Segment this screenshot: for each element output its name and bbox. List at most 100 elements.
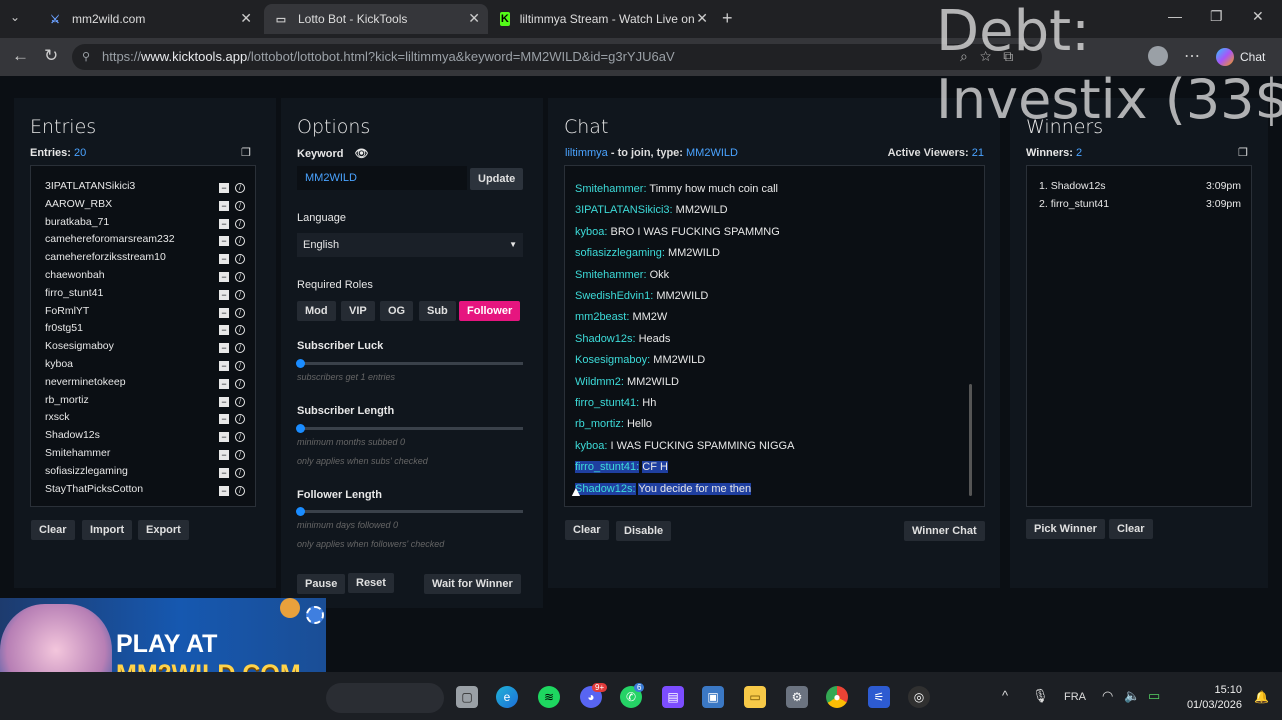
remove-entry-icon[interactable]: − <box>219 183 229 193</box>
remove-entry-icon[interactable]: − <box>219 343 229 354</box>
remove-entry-icon[interactable]: − <box>219 254 229 265</box>
close-icon[interactable]: ✕ <box>696 10 708 27</box>
chat-clear-button[interactable]: Clear <box>565 520 609 540</box>
remove-entry-icon[interactable]: − <box>219 378 229 389</box>
ban-icon[interactable]: / <box>235 467 245 478</box>
ban-icon[interactable]: / <box>235 396 245 407</box>
chat-username[interactable]: rb_mortiz: <box>575 418 624 430</box>
ban-icon[interactable]: / <box>235 432 245 443</box>
chat-username[interactable]: Smitehammer: <box>575 183 647 195</box>
remove-entry-icon[interactable]: − <box>219 325 229 336</box>
remove-entry-icon[interactable]: − <box>219 236 229 247</box>
remove-entry-icon[interactable]: − <box>219 218 229 229</box>
pick-winner-button[interactable]: Pick Winner <box>1026 519 1105 539</box>
winner-chat-button[interactable]: Winner Chat <box>904 521 985 541</box>
url-field[interactable]: ⚲ https://www.kicktools.app/lottobot/lot… <box>72 44 1042 70</box>
chat-username[interactable]: sofiasizzlegaming: <box>575 247 665 259</box>
app-icon[interactable]: ⚟ <box>868 686 890 708</box>
winners-clear-button[interactable]: Clear <box>1109 519 1153 539</box>
battery-icon[interactable]: ▭ <box>1148 688 1160 704</box>
task-view-icon[interactable]: ▢ <box>456 686 478 708</box>
remove-entry-icon[interactable]: − <box>219 467 229 478</box>
ban-icon[interactable]: / <box>235 200 245 211</box>
volume-icon[interactable]: 🔈 <box>1124 688 1140 704</box>
chrome-icon[interactable]: ● <box>826 686 848 708</box>
language-select[interactable]: English ▼ <box>297 233 523 257</box>
edge-icon[interactable]: e <box>496 686 518 708</box>
back-icon[interactable]: ← <box>12 46 29 66</box>
role-vip-button[interactable]: VIP <box>341 301 375 321</box>
role-og-button[interactable]: OG <box>380 301 414 321</box>
chat-username[interactable]: Kosesigmaboy: <box>575 354 650 366</box>
chat-username[interactable]: Shadow12s: <box>575 333 636 345</box>
entries-clear-button[interactable]: Clear <box>31 520 75 540</box>
eye-icon[interactable]: 👁 <box>355 148 369 160</box>
profile-avatar[interactable] <box>1148 46 1168 66</box>
chat-username[interactable]: SwedishEdvin1: <box>575 290 653 302</box>
wifi-icon[interactable]: ◠ <box>1102 688 1113 704</box>
copy-icon[interactable]: ❐ <box>241 146 251 159</box>
copy-icon[interactable]: ❐ <box>1238 146 1248 159</box>
new-tab-icon[interactable]: + <box>722 8 733 29</box>
spotify-icon[interactable]: ≋ <box>538 686 560 708</box>
id-card-icon[interactable]: ▣ <box>702 686 724 708</box>
slider-knob[interactable] <box>296 507 305 516</box>
language-indicator[interactable]: FRA <box>1064 691 1086 703</box>
remove-entry-icon[interactable]: − <box>219 289 229 300</box>
ban-icon[interactable]: / <box>235 254 245 265</box>
reset-button[interactable]: Reset <box>348 573 394 593</box>
slider-knob[interactable] <box>296 424 305 433</box>
settings-icon[interactable]: ⚙ <box>786 686 808 708</box>
ban-icon[interactable]: / <box>235 218 245 229</box>
copilot-chat-button[interactable]: Chat <box>1216 46 1265 68</box>
restore-icon[interactable]: ❐ <box>1210 8 1223 25</box>
ban-icon[interactable]: / <box>235 325 245 336</box>
microphone-icon[interactable]: 🎙 <box>1032 688 1049 704</box>
taskbar-search[interactable] <box>326 683 444 713</box>
chat-username[interactable]: kyboa: <box>575 440 607 452</box>
chat-username[interactable]: firro_stunt41: <box>575 461 640 474</box>
close-icon[interactable]: ✕ <box>240 10 252 27</box>
tab-list-chevron-icon[interactable]: ⌄ <box>10 10 20 24</box>
pause-button[interactable]: Pause <box>297 574 346 594</box>
ban-icon[interactable]: / <box>235 343 245 354</box>
entries-export-button[interactable]: Export <box>138 520 189 540</box>
scrollbar-track[interactable] <box>251 166 255 506</box>
fol-length-slider[interactable] <box>296 507 523 516</box>
remove-entry-icon[interactable]: − <box>219 307 229 318</box>
remove-entry-icon[interactable]: − <box>219 432 229 443</box>
sub-luck-slider[interactable] <box>296 359 523 368</box>
ban-icon[interactable]: / <box>235 485 245 496</box>
chat-username[interactable]: mm2beast: <box>575 311 629 323</box>
ban-icon[interactable]: / <box>235 361 245 371</box>
keyword-input[interactable]: MM2WILD <box>297 166 467 190</box>
chat-channel[interactable]: liltimmya <box>565 147 608 159</box>
ban-icon[interactable]: / <box>235 236 245 247</box>
ban-icon[interactable]: / <box>235 183 245 193</box>
clock[interactable]: 15:10 01/03/2026 <box>1180 683 1242 713</box>
chat-username[interactable]: Wildmm2: <box>575 376 624 388</box>
role-mod-button[interactable]: Mod <box>297 301 336 321</box>
tab-lotto-bot[interactable]: ▭ Lotto Bot - KickTools ✕ <box>264 4 488 34</box>
close-window-icon[interactable]: ✕ <box>1252 8 1264 25</box>
entries-import-button[interactable]: Import <box>82 520 133 540</box>
role-follower-button[interactable]: Follower <box>459 301 521 321</box>
site-info-icon[interactable]: ⚲ <box>82 44 90 70</box>
ban-icon[interactable]: / <box>235 414 245 425</box>
remove-entry-icon[interactable]: − <box>219 200 229 211</box>
remove-entry-icon[interactable]: − <box>219 272 229 282</box>
remove-entry-icon[interactable]: − <box>219 396 229 407</box>
remove-entry-icon[interactable]: − <box>219 361 229 371</box>
chat-username[interactable]: Smitehammer: <box>575 269 647 281</box>
ban-icon[interactable]: / <box>235 450 245 460</box>
tab-mm2wild[interactable]: ⚔ mm2wild.com ✕ <box>38 4 260 34</box>
slider-knob[interactable] <box>296 359 305 368</box>
clapper-icon[interactable]: ▤ <box>662 686 684 708</box>
entries-list[interactable]: 3IPATLATANSikici3− / AAROW_RBX − / buratkaba_… <box>30 165 256 507</box>
chat-username[interactable]: Shadow12s: <box>575 482 636 495</box>
sub-length-slider[interactable] <box>296 424 523 433</box>
remove-entry-icon[interactable]: − <box>219 485 229 496</box>
ban-icon[interactable]: / <box>235 378 245 389</box>
role-sub-button[interactable]: Sub <box>419 301 456 321</box>
chat-disable-button[interactable]: Disable <box>616 521 672 541</box>
